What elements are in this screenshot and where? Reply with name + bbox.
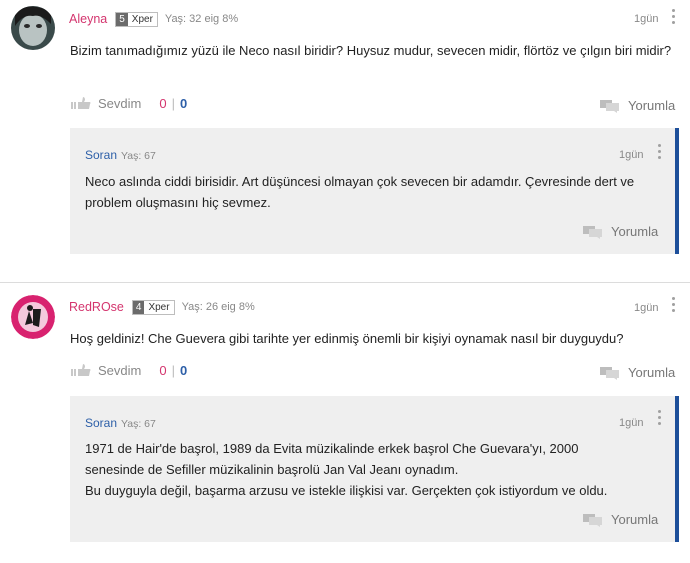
comment-text: Bizim tanımadığımız yüzü ile Neco nasıl … [70,43,672,58]
more-options-icon[interactable] [672,297,676,315]
reply-header: Soran Yaş: 67 [85,148,156,162]
more-options-icon[interactable] [658,144,662,162]
reply-username[interactable]: Soran [85,416,117,430]
reply-username[interactable]: Soran [85,148,117,162]
comment-header: RedROse 4 Xper Yaş: 26 eig 8% [69,299,255,315]
username[interactable]: RedROse [69,300,124,314]
count-separator: | [171,362,175,378]
reply-button[interactable]: Yorumla [600,98,675,113]
reply-label: Yorumla [611,224,659,239]
reply-user-meta: Yaş: 67 [121,418,156,430]
comment-bubble-icon [583,225,602,239]
rank-label: Xper [127,12,157,26]
reply-time: 1gün [619,417,644,429]
username[interactable]: Aleyna [69,12,107,26]
reply-time: 1gün [619,149,644,161]
comment-bubble-icon [600,366,619,380]
level-badge: 5 Xper [115,11,158,27]
reply-button[interactable]: Yorumla [600,365,675,380]
count-separator: | [171,95,175,111]
reply-text-line: 1971 de Hair'de başrol, 1989 da Evita mü… [85,441,579,456]
reply-button[interactable]: Yorumla [583,224,658,239]
reply-box: Soran Yaş: 67 1gün 1971 de Hair'de başrol… [70,396,679,542]
reply-label: Yorumla [611,512,659,527]
like-count: 0 [159,362,167,378]
dislike-count: 0 [179,362,188,378]
more-options-icon[interactable] [658,410,662,428]
reply-text-line: Bu duyguyla değil, başarma arzusu ve ist… [85,483,608,498]
user-meta: Yaş: 32 eig 8% [164,13,239,25]
reply-user-meta: Yaş: 67 [121,150,156,162]
dislike-count: 0 [179,95,188,111]
like-count: 0 [159,95,167,111]
level-badge: 4 Xper [131,299,175,315]
thumbs-up-icon[interactable] [70,363,92,377]
level-number: 4 [132,300,145,314]
user-meta: Yaş: 26 eig 8% [181,301,255,313]
avatar[interactable] [11,6,55,50]
comment-divider [0,282,690,283]
comment-text: Hoş geldiniz! Che Guevera gibi tarihte y… [70,331,624,346]
like-button[interactable]: Sevdim [98,363,141,378]
reply-label: Yorumla [628,365,676,380]
comment-header: Aleyna 5 Xper Yaş: 32 eig 8% [69,11,238,27]
thumbs-up-icon[interactable] [70,96,92,110]
reply-header: Soran Yaş: 67 [85,416,156,430]
comment-bubble-icon [583,513,602,527]
comment-time: 1gün [634,302,659,314]
reply-text: Neco aslında ciddi birisidir. Art düşünc… [85,174,635,210]
reply-text: 1971 de Hair'de başrol, 1989 da Evita mü… [85,438,665,501]
like-button[interactable]: Sevdim [98,96,141,111]
reply-label: Yorumla [628,98,676,113]
reply-text-line: senesinde de Sefiller müzikalinin başrol… [85,462,459,477]
rank-label: Xper [144,300,174,314]
avatar[interactable] [11,295,55,339]
reply-box: Soran Yaş: 67 1gün Neco aslında ciddi bir… [70,128,679,254]
comment-actions: Sevdim 0 | 0 [70,362,187,378]
reply-button[interactable]: Yorumla [583,512,658,527]
comment-time: 1gün [634,13,659,25]
more-options-icon[interactable] [672,9,676,27]
level-number: 5 [116,12,128,26]
comment-bubble-icon [600,99,619,113]
comment-actions: Sevdim 0 | 0 [70,95,187,111]
